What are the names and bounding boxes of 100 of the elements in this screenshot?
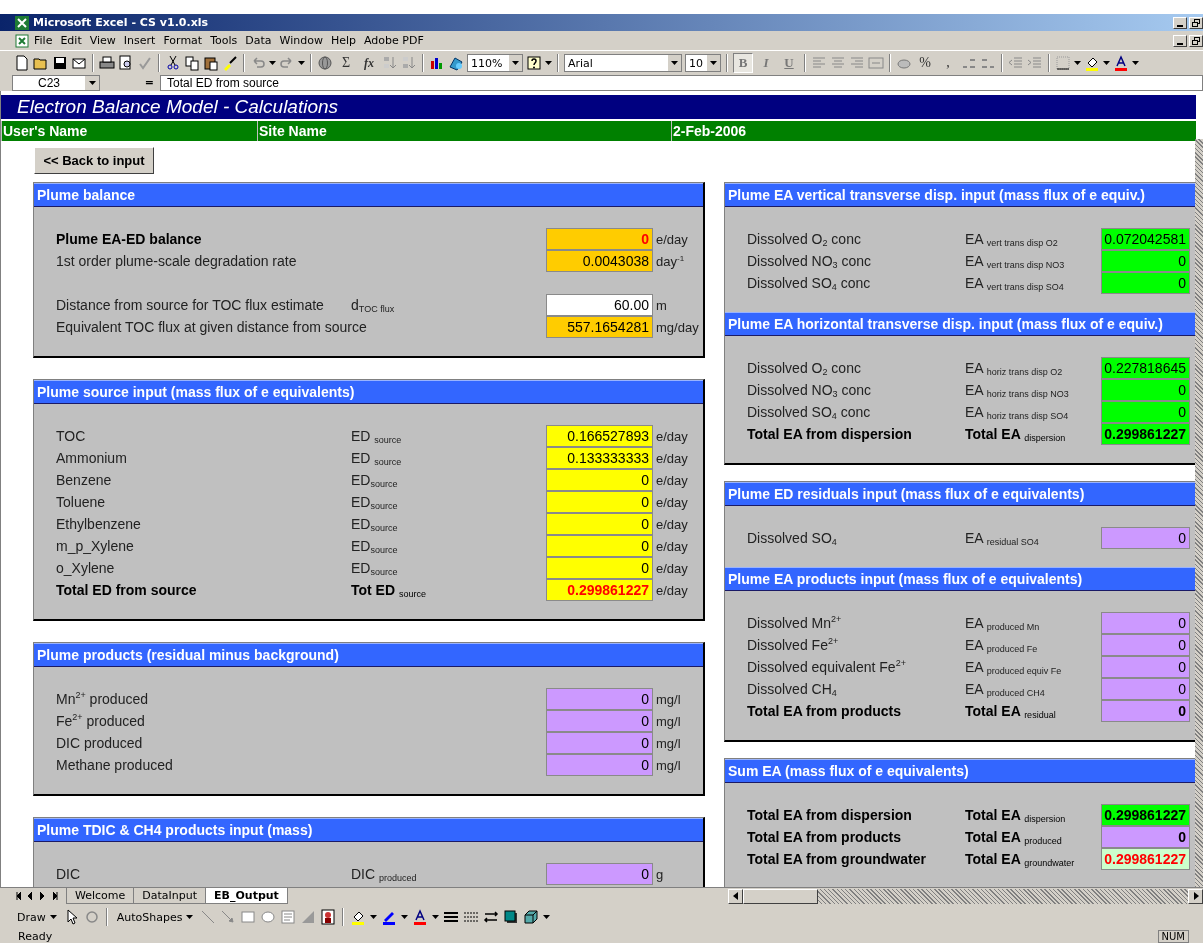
window-title: Microsoft Excel - CS v1.0.xls [33, 16, 209, 29]
row-label: Plume EA-ED balance [56, 231, 203, 247]
back-button[interactable]: << Back to input [34, 147, 154, 174]
function-button[interactable]: fx [359, 53, 379, 73]
symbol-label: EA $_{vert trans disp SO4}$ [965, 275, 1065, 291]
comma-button[interactable]: , [938, 53, 958, 73]
sheet-tab[interactable]: DataInput [133, 888, 207, 904]
printer-icon[interactable] [99, 55, 115, 71]
dropdown-arrow-icon[interactable] [298, 61, 305, 65]
dropdown-arrow-icon[interactable] [710, 61, 717, 65]
horizontal-scrollbar[interactable] [728, 888, 1203, 904]
zoom-dropdown[interactable]: 110% [467, 54, 523, 72]
dropdown-arrow-icon[interactable] [432, 915, 440, 919]
new-document-icon[interactable] [14, 55, 30, 71]
name-box[interactable]: C23 [12, 75, 100, 91]
unit-label: e/day [655, 560, 689, 576]
print-preview-icon[interactable] [118, 55, 134, 71]
menu-item[interactable]: Format [159, 33, 207, 48]
shadow-icon[interactable] [503, 909, 520, 925]
menu-item[interactable]: Tools [206, 33, 242, 48]
spellcheck-icon[interactable] [137, 55, 153, 71]
line-color-icon[interactable] [381, 909, 398, 925]
scissors-icon[interactable] [165, 55, 181, 71]
unit-label: mg/l [655, 735, 682, 751]
scroll-left-icon[interactable] [732, 892, 739, 900]
dropdown-arrow-icon[interactable] [88, 81, 96, 85]
menu-item[interactable]: Edit [56, 33, 86, 48]
dropdown-arrow-icon[interactable] [269, 61, 276, 65]
paste-icon[interactable] [203, 55, 219, 71]
arrow-style-icon[interactable] [483, 909, 500, 925]
paintbrush-icon[interactable] [222, 55, 238, 71]
borders-icon[interactable] [1055, 55, 1071, 71]
dropdown-arrow-icon[interactable] [1132, 61, 1139, 65]
sheet-tab[interactable]: Welcome [66, 888, 135, 904]
open-folder-icon[interactable] [33, 55, 49, 71]
symbol-label: ED$_{source}$ [351, 494, 399, 510]
copy-icon[interactable] [184, 55, 200, 71]
sheet-tab[interactable]: EB_Output [205, 888, 288, 904]
menu-item[interactable]: Adobe PDF [360, 33, 428, 48]
dropdown-arrow-icon[interactable] [671, 61, 678, 65]
help-icon[interactable] [526, 55, 542, 71]
symbol-label: ED $_{source}$ [351, 428, 403, 444]
dropdown-arrow-icon[interactable] [545, 61, 552, 65]
menu-item[interactable]: Help [326, 33, 360, 48]
dropdown-arrow-icon[interactable] [186, 915, 194, 919]
dropdown-arrow-icon[interactable] [49, 915, 57, 919]
merge-cells-icon[interactable] [868, 55, 884, 71]
symbol-label: EA $_{horiz trans disp NO3}$ [965, 382, 1070, 398]
oval-icon[interactable] [260, 909, 277, 925]
value-cell: 0.0043038 [546, 249, 653, 272]
font-color-icon[interactable] [412, 909, 429, 925]
workbook-icon[interactable] [14, 32, 30, 49]
section-header: Plume source input (mass flux of e equivalents) [34, 380, 703, 404]
unit-label: e/day [655, 494, 689, 510]
row-label: Dissolved CH$_{4}$ [747, 681, 838, 697]
dropdown-arrow-icon[interactable] [543, 915, 551, 919]
value-cell: 0 [546, 753, 653, 776]
fill-color-icon[interactable] [350, 909, 367, 925]
dropdown-arrow-icon[interactable] [401, 915, 409, 919]
value-cell: 0 [546, 490, 653, 513]
dropdown-arrow-icon[interactable] [1074, 61, 1081, 65]
menu-item[interactable]: Window [275, 33, 327, 48]
font-color-icon[interactable] [1113, 55, 1129, 71]
dash-style-icon[interactable] [463, 909, 480, 925]
autoshapes-menu-button[interactable]: AutoShapes [113, 907, 197, 927]
3d-box-icon[interactable] [523, 909, 540, 925]
text-style-button[interactable]: B [733, 53, 753, 73]
email-icon[interactable] [71, 55, 87, 71]
menu-item[interactable]: Insert [119, 33, 160, 48]
symbol-label: EA $_{produced CH4}$ [965, 681, 1046, 697]
value-cell: 0 [1101, 249, 1190, 272]
vertical-scrollbar[interactable] [1195, 139, 1203, 887]
dropdown-arrow-icon[interactable] [1103, 61, 1110, 65]
value-cell: 0 [546, 468, 653, 491]
autosum-button[interactable]: Σ [336, 53, 356, 73]
dropdown-arrow-icon[interactable] [512, 61, 519, 65]
menu-item[interactable]: View [85, 33, 120, 48]
line-style-icon[interactable] [443, 909, 460, 925]
value-cell: 0 [546, 687, 653, 710]
row-label: Total EA from products [747, 829, 902, 845]
scroll-right-icon[interactable] [1192, 892, 1199, 900]
globe-icon[interactable] [317, 55, 333, 71]
formula-field[interactable]: Total ED from source [160, 75, 1203, 91]
fill-color-icon[interactable] [1084, 55, 1100, 71]
dropdown-arrow-icon[interactable] [370, 915, 378, 919]
value-cell: 0 [546, 862, 653, 885]
font-size-dropdown[interactable]: 10 [685, 54, 721, 72]
value-cell: 0.299861227 [546, 578, 653, 601]
unit-label: e/day [655, 450, 689, 466]
percent-button[interactable]: % [915, 53, 935, 73]
row-label: Distance from source for TOC flux estimate [56, 297, 325, 313]
bar-chart-icon[interactable] [429, 55, 445, 71]
row-label: Dissolved equivalent Fe$^{2+}$ [747, 659, 907, 675]
draw-menu-button[interactable]: Draw [14, 907, 60, 927]
clip-art-icon[interactable] [320, 909, 337, 925]
menu-item[interactable]: File [30, 33, 57, 48]
font-dropdown[interactable]: Arial [564, 54, 682, 72]
value-cell: 0.299861227 [1101, 422, 1190, 445]
spreadsheet-app-icon[interactable] [14, 14, 30, 31]
menu-item[interactable]: Data [241, 33, 276, 48]
